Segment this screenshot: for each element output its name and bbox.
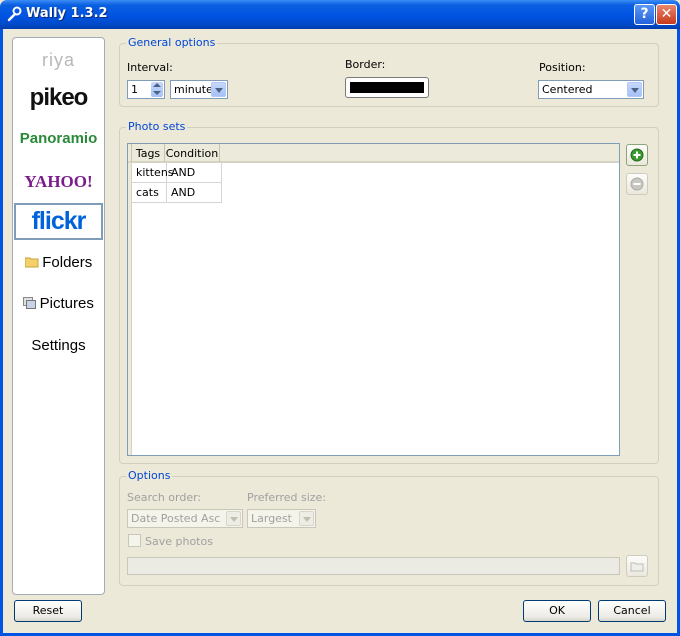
wrench-icon bbox=[7, 6, 22, 22]
save-photos-label: Save photos bbox=[145, 535, 213, 548]
column-header-condition[interactable]: Condition bbox=[165, 144, 220, 163]
folder-icon bbox=[630, 562, 644, 572]
sidebar-item-pikeo[interactable]: pikeo bbox=[13, 82, 104, 114]
interval-label: Interval: bbox=[127, 61, 173, 74]
sidebar-item-settings[interactable]: Settings bbox=[13, 335, 104, 357]
settings-label: Settings bbox=[31, 337, 86, 354]
folder-icon bbox=[24, 257, 39, 268]
preferred-size-select[interactable]: Largest bbox=[247, 509, 316, 528]
ok-button[interactable]: OK bbox=[523, 600, 591, 622]
add-photo-set-button[interactable] bbox=[626, 144, 648, 166]
chevron-down-icon bbox=[627, 82, 642, 97]
save-path-field[interactable] bbox=[127, 557, 620, 575]
save-photos-checkbox[interactable] bbox=[128, 534, 141, 547]
position-select[interactable]: Centered bbox=[538, 80, 644, 99]
sidebar-item-folders[interactable]: Folders bbox=[13, 252, 104, 274]
sidebar-item-yahoo[interactable]: YAHOO! bbox=[13, 168, 104, 196]
sidebar-item-pictures[interactable]: Pictures bbox=[13, 293, 104, 315]
sidebar-item-panoramio[interactable]: Panoramio bbox=[13, 126, 104, 152]
preferred-size-label: Preferred size: bbox=[247, 491, 327, 504]
close-button[interactable]: ✕ bbox=[656, 4, 677, 25]
flickr-logo: flickr bbox=[31, 207, 87, 235]
riya-logo: riya bbox=[41, 50, 75, 70]
question-icon: ? bbox=[640, 6, 649, 22]
sidebar: riya pikeo Panoramio YAHOO! flickr Folde… bbox=[12, 37, 105, 595]
pictures-icon bbox=[23, 297, 37, 309]
options-title: Options bbox=[126, 469, 173, 482]
remove-photo-set-button[interactable] bbox=[626, 173, 648, 195]
sidebar-item-riya[interactable]: riya bbox=[13, 46, 104, 74]
window-title: Wally 1.3.2 bbox=[26, 6, 108, 21]
pikeo-logo: pikeo bbox=[29, 84, 89, 111]
close-icon: ✕ bbox=[660, 6, 673, 22]
chevron-down-icon bbox=[299, 511, 314, 526]
interval-spinner[interactable]: 1 bbox=[127, 80, 165, 99]
preferred-size-value: Largest bbox=[251, 512, 292, 525]
search-order-select[interactable]: Date Posted Asc bbox=[127, 509, 243, 528]
border-label: Border: bbox=[345, 58, 386, 71]
table-row-1-tags[interactable]: kittens bbox=[132, 163, 174, 183]
chevron-down-icon bbox=[226, 511, 241, 526]
reset-button[interactable]: Reset bbox=[14, 600, 82, 622]
panoramio-logo: Panoramio bbox=[19, 130, 98, 147]
interval-value: 1 bbox=[131, 83, 138, 96]
border-color-swatch bbox=[350, 82, 424, 93]
table-row-gutter bbox=[128, 163, 132, 455]
folders-label: Folders bbox=[42, 254, 93, 271]
help-button[interactable]: ? bbox=[634, 4, 655, 25]
position-value: Centered bbox=[542, 83, 593, 96]
spinner-arrows-icon[interactable] bbox=[151, 82, 163, 97]
photo-sets-title: Photo sets bbox=[126, 120, 188, 133]
pictures-label: Pictures bbox=[39, 295, 94, 312]
title-bar[interactable]: Wally 1.3.2 ? ✕ bbox=[0, 0, 680, 29]
search-order-label: Search order: bbox=[127, 491, 202, 504]
remove-icon bbox=[630, 177, 644, 191]
photo-sets-table[interactable]: Tags Condition kittens AND cats AND bbox=[127, 143, 620, 456]
table-row-2-condition[interactable]: AND bbox=[167, 183, 222, 203]
browse-folder-button[interactable] bbox=[626, 555, 648, 577]
search-order-value: Date Posted Asc bbox=[131, 512, 221, 525]
table-header-filler bbox=[220, 144, 619, 163]
cancel-button[interactable]: Cancel bbox=[598, 600, 666, 622]
interval-unit-select[interactable]: minutes bbox=[170, 80, 228, 99]
sidebar-item-flickr[interactable]: flickr bbox=[14, 203, 103, 240]
general-options-title: General options bbox=[126, 36, 218, 49]
add-icon bbox=[630, 148, 644, 162]
table-row-1-condition[interactable]: AND bbox=[167, 163, 222, 183]
chevron-down-icon bbox=[211, 82, 226, 97]
position-label: Position: bbox=[539, 61, 586, 74]
column-header-tags[interactable]: Tags bbox=[132, 144, 165, 163]
yahoo-logo: YAHOO! bbox=[24, 172, 93, 191]
table-row-2-tags[interactable]: cats bbox=[132, 183, 167, 203]
border-color-button[interactable] bbox=[345, 77, 429, 98]
